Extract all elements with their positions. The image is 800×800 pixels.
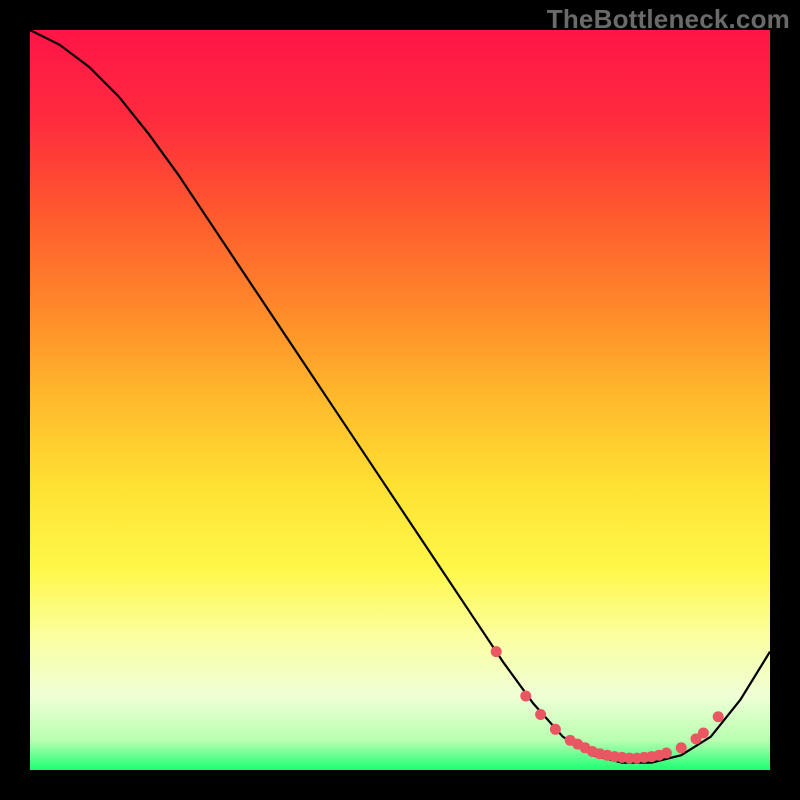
- marker-dot: [676, 742, 687, 753]
- marker-dot: [698, 728, 709, 739]
- marker-dot: [520, 691, 531, 702]
- chart-svg: [30, 30, 770, 770]
- marker-dot: [535, 709, 546, 720]
- marker-dot: [491, 646, 502, 657]
- marker-dot: [661, 747, 672, 758]
- marker-dot: [550, 724, 561, 735]
- marker-group: [491, 646, 724, 764]
- curve-path: [30, 30, 770, 763]
- marker-dot: [713, 711, 724, 722]
- chart-frame: TheBottleneck.com: [0, 0, 800, 800]
- plot-area: [30, 30, 770, 770]
